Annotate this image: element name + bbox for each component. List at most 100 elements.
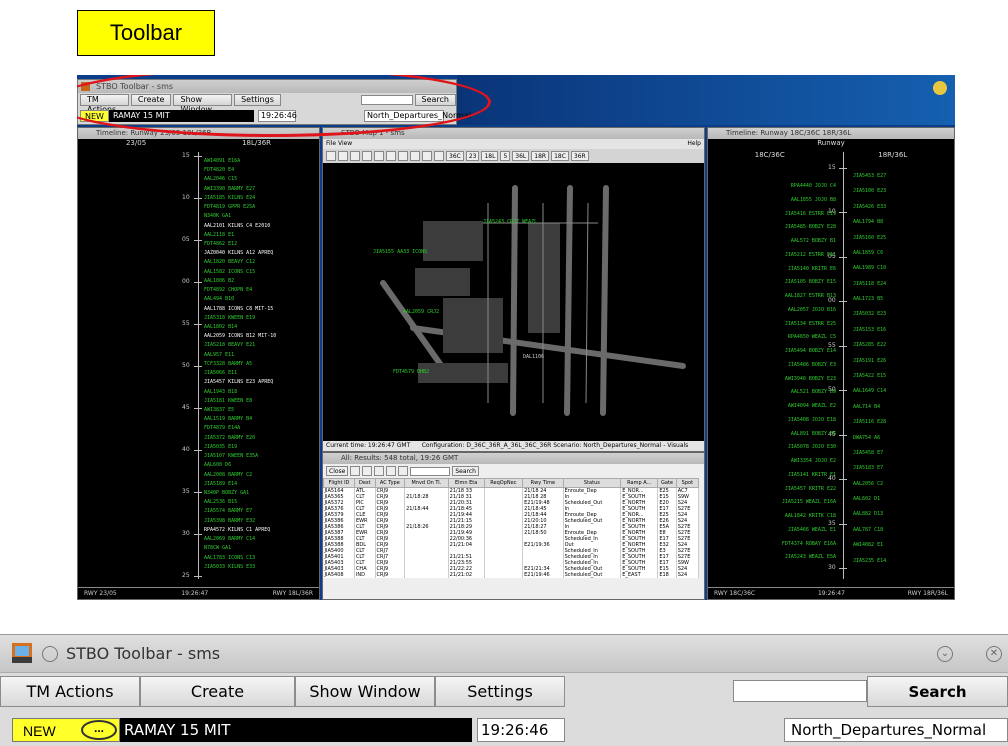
- map-menu-view[interactable]: View: [338, 140, 352, 147]
- flight-strip[interactable]: JIA5212 ESTRR E11: [785, 252, 836, 258]
- flight-strip[interactable]: JIA5485 BOBZY E28: [785, 224, 836, 230]
- flight-strip[interactable]: FDT4819 GPPR E25A: [204, 204, 255, 210]
- column-header[interactable]: Mnvd On Ti.: [404, 478, 449, 488]
- flight-strip[interactable]: JIA5458 E7: [853, 450, 883, 456]
- flight-strip[interactable]: JIA5185 KILNS E24: [204, 195, 255, 201]
- flight-strip[interactable]: AAL1802 B14: [204, 324, 237, 330]
- map-tool-icon[interactable]: [422, 151, 432, 161]
- flight-strip[interactable]: AAL2536 B15: [204, 499, 237, 505]
- flight-strip[interactable]: AAL2101 KILNS C4 E2010: [204, 223, 270, 229]
- results-search-button[interactable]: Search: [452, 466, 479, 476]
- flight-strip[interactable]: AWI3837 E5: [204, 407, 234, 413]
- flight-strip[interactable]: AAL2059 ICONS B12 MIT-10: [204, 333, 276, 339]
- flight-strip[interactable]: AAL2118 E1: [204, 232, 234, 238]
- flight-strip[interactable]: FDT4820 E4: [204, 167, 234, 173]
- flight-strip[interactable]: JIA5033 KILNS E33: [204, 564, 255, 570]
- map-tool-icon[interactable]: [410, 151, 420, 161]
- flight-strip[interactable]: AAL2046 C15: [204, 176, 237, 182]
- runway-button[interactable]: 36R: [570, 151, 589, 161]
- flight-strip[interactable]: AAL891 BOBZY B5: [791, 431, 836, 437]
- map-tool-icon[interactable]: [326, 151, 336, 161]
- map-menu-file[interactable]: File: [326, 140, 336, 147]
- flight-strip[interactable]: AAL1859 C6: [853, 250, 883, 256]
- flight-strip[interactable]: JIA5372 BARMY E20: [204, 435, 255, 441]
- map-flight-label[interactable]: JIA5243 CRJ7 WEAZL: [483, 219, 537, 225]
- runway-button[interactable]: 36L: [512, 151, 530, 161]
- tm-actions-button[interactable]: TM Actions: [0, 676, 140, 707]
- flight-strip[interactable]: JIA5181 KWEEN E8: [204, 398, 252, 404]
- flight-strip[interactable]: AAL602 D1: [853, 496, 880, 502]
- table-tool-icon[interactable]: [374, 466, 385, 476]
- flight-strip[interactable]: AAL714 B4: [853, 404, 880, 410]
- flight-strip[interactable]: JIA5243 WEAZL E5A: [785, 554, 836, 560]
- more-icon[interactable]: ...: [81, 720, 117, 740]
- runway-button[interactable]: 18C: [551, 151, 569, 161]
- flight-strip[interactable]: AAL494 B10: [204, 296, 234, 302]
- map-flight-label[interactable]: JIA5155 AA33 ICONS: [373, 249, 427, 255]
- flight-strip[interactable]: AAL1582 ICONS C15: [204, 269, 255, 275]
- flight-strip[interactable]: AWI4082 E1: [853, 542, 883, 548]
- minimize-icon[interactable]: ⌄: [937, 646, 953, 662]
- column-header[interactable]: Ramp A...: [620, 478, 659, 488]
- map-tool-icon[interactable]: [398, 151, 408, 161]
- zoom-in-icon[interactable]: [362, 151, 372, 161]
- flight-strip[interactable]: JIA5457 KRITR E22: [785, 486, 836, 492]
- column-header[interactable]: AC Type: [374, 478, 406, 488]
- flight-strip[interactable]: JIA5078 JOJO E30: [788, 444, 836, 450]
- flight-strip[interactable]: JIA5105 BOBZY E15: [785, 279, 836, 285]
- flight-strip[interactable]: AAL1723 B5: [853, 296, 883, 302]
- flight-strip[interactable]: JIA5422 E15: [853, 373, 886, 379]
- flight-strip[interactable]: JIA5235 E14: [853, 558, 886, 564]
- flight-strip[interactable]: AAL1943 B18: [204, 389, 237, 395]
- column-header[interactable]: Elmn Eta: [447, 478, 485, 488]
- flight-strip[interactable]: JIA5183 E7: [853, 465, 883, 471]
- flight-strip[interactable]: JIA5426 E33: [853, 204, 886, 210]
- column-header[interactable]: Gate: [657, 478, 677, 488]
- flight-strip[interactable]: AAL1855 JOJO B8: [791, 197, 836, 203]
- flight-strip[interactable]: JIA5453 E27: [853, 173, 886, 179]
- flight-strip[interactable]: AAL2057 JOJO B16: [788, 307, 836, 313]
- flight-strip[interactable]: RPA4650 WEAZL C5: [788, 334, 836, 340]
- flight-strip[interactable]: AWI3940 BOBZY E23: [785, 376, 836, 382]
- flight-strip[interactable]: JIA5116 E28: [853, 419, 886, 425]
- flight-strip[interactable]: JIA5140 KRITR E6: [788, 266, 836, 272]
- flight-strip[interactable]: JIA5035 E19: [204, 444, 237, 450]
- flight-strip[interactable]: JIA5118 E24: [853, 281, 886, 287]
- flight-strip[interactable]: AAL1820 BEAVY C12: [204, 259, 255, 265]
- flight-strip[interactable]: JIA5416 ESTRR E19: [785, 211, 836, 217]
- settings-button[interactable]: Settings: [435, 676, 565, 707]
- zoom-out-icon[interactable]: [374, 151, 384, 161]
- flight-strip[interactable]: DWA754 A6: [853, 435, 880, 441]
- flight-strip[interactable]: AAL1788 ICONS C8 MIT-15: [204, 306, 273, 312]
- flight-strip[interactable]: JIA5191 E26: [853, 358, 886, 364]
- flight-strip[interactable]: AAL787 C18: [853, 527, 883, 533]
- flight-strip[interactable]: AWI3390 BARMY E27: [204, 186, 255, 192]
- flight-strip[interactable]: AAL1794 B8: [853, 219, 883, 225]
- runway-button[interactable]: 36C: [446, 151, 464, 161]
- flight-strip[interactable]: JAZ0040 KILNS A12 APREQ: [204, 250, 273, 256]
- flight-strip[interactable]: RPA4572 KILNS C1 APREQ: [204, 527, 270, 533]
- flight-strip[interactable]: AWI4091 E16A: [204, 158, 240, 164]
- flight-strip[interactable]: AAL1806 B2: [204, 278, 234, 284]
- runway-button[interactable]: 23: [465, 151, 480, 161]
- map-tool-icon[interactable]: [338, 151, 348, 161]
- flight-strip[interactable]: AAL2056 C2: [853, 481, 883, 487]
- flight-strip[interactable]: FDT4879 E14A: [204, 425, 240, 431]
- flight-strip[interactable]: JIA5457 KILNS E23 APREQ: [204, 379, 273, 385]
- flight-strip[interactable]: AWI3354 JOJO E2: [791, 458, 836, 464]
- table-tool-icon[interactable]: [398, 466, 409, 476]
- table-tool-icon[interactable]: [386, 466, 397, 476]
- flight-strip[interactable]: AAL1842 KRITK C18: [785, 513, 836, 519]
- map-flight-label[interactable]: AAL2059 CRJ2: [403, 309, 439, 315]
- flight-strip[interactable]: AAL1783 ICONS C13: [204, 555, 255, 561]
- new-button[interactable]: NEW ...: [12, 718, 120, 742]
- flight-strip[interactable]: JIA5032 E23: [853, 311, 886, 317]
- runway-button[interactable]: 5: [500, 151, 511, 161]
- table-row[interactable]: JIA5408 IND CRJ9 21/21:02 E21/19:46 Scheduled…: [323, 572, 700, 578]
- column-header[interactable]: Dest: [353, 478, 376, 488]
- column-header[interactable]: Status: [562, 478, 622, 488]
- column-header[interactable]: Spot: [675, 478, 700, 488]
- flight-strip[interactable]: JIA5466 WEAZL E1: [788, 527, 836, 533]
- flight-strip[interactable]: AAL608 D6: [204, 462, 231, 468]
- results-search-input[interactable]: [410, 466, 451, 476]
